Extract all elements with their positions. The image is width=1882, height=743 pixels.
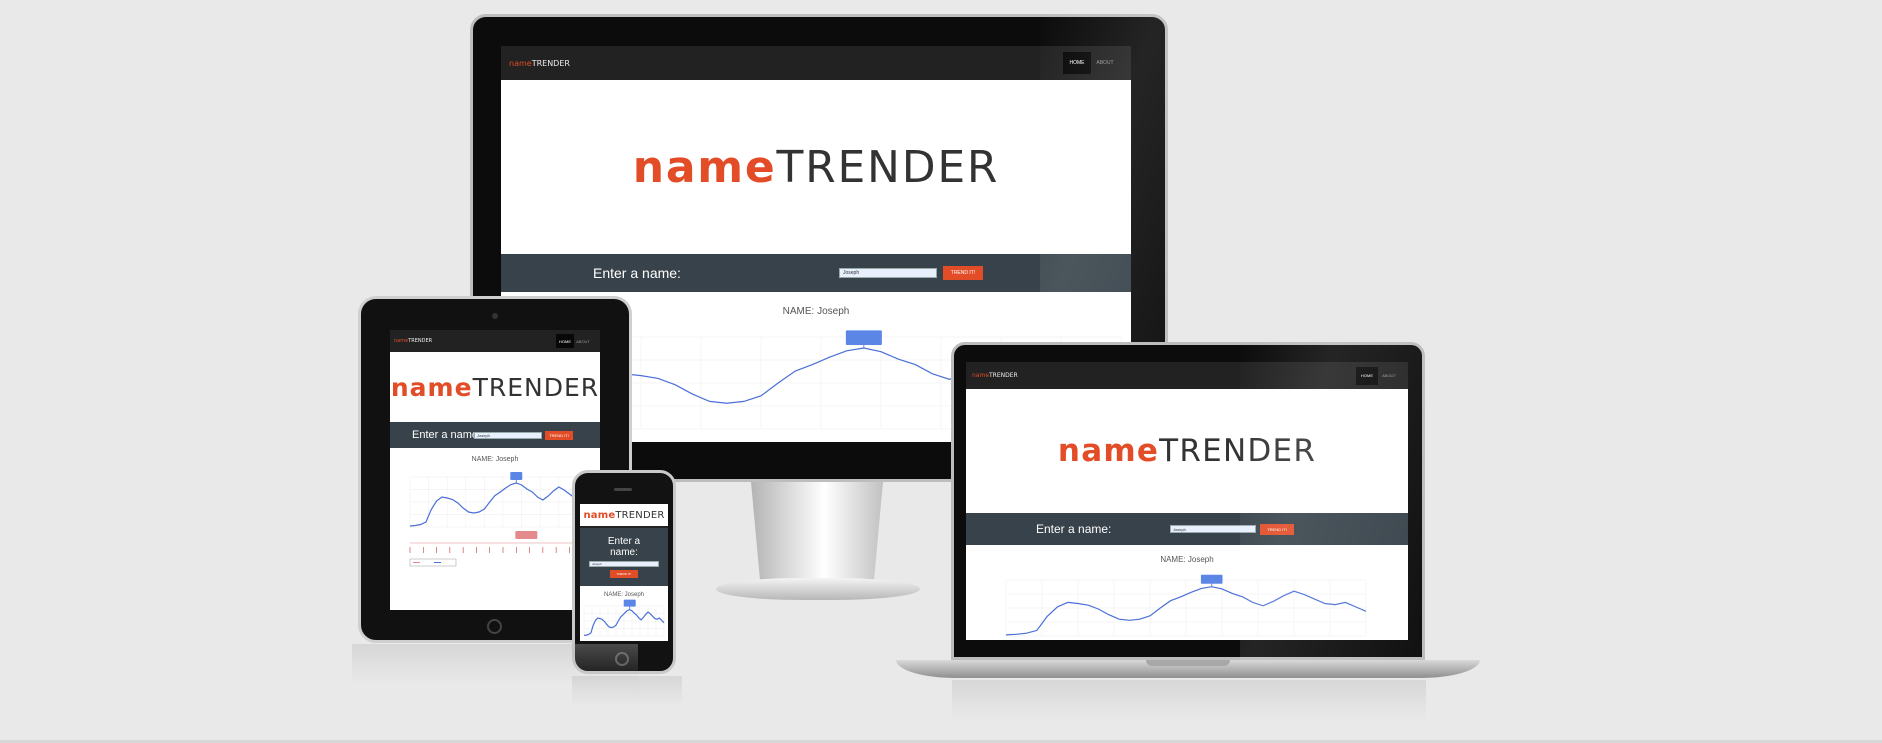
hero-title: nameTRENDER [390, 372, 600, 402]
search-input[interactable]: Joseph [589, 561, 659, 567]
hero: nameTRENDER [501, 80, 1131, 254]
search-band: Enter a name: Joseph TREND IT! [390, 422, 600, 448]
chart-title: NAME: Joseph [471, 456, 519, 463]
trend-chart [583, 599, 665, 637]
monitor-stand-neck [751, 482, 883, 580]
search-button[interactable]: TREND IT! [943, 266, 983, 280]
female-tooltip [515, 531, 538, 539]
nav-home[interactable]: HOME [1063, 52, 1091, 74]
search-band: Enter a name: Joseph TREND IT! [580, 528, 668, 586]
chart-title: NAME: Joseph [1160, 555, 1214, 564]
search-band: Enter a name: Joseph TREND IT! [966, 513, 1408, 545]
tablet-screen: nameTRENDER HOME ABOUT nameTRENDER Enter… [390, 330, 600, 610]
search-label: Enter a name: [1036, 522, 1112, 536]
search-label-line-1: Enter a [607, 536, 641, 547]
laptop-notch [1146, 660, 1230, 666]
brand-logo[interactable]: nameTRENDER [972, 372, 1018, 379]
trend-chart [1005, 574, 1367, 637]
hero: nameTRENDER [390, 352, 600, 422]
phone-speaker [614, 488, 632, 491]
hero: nameTRENDER [580, 504, 668, 528]
nav-links: HOME ABOUT [1356, 362, 1408, 389]
search-band: Enter a name: Joseph TREND IT! [501, 254, 1131, 292]
phone-reflection [572, 676, 682, 706]
nav-links: HOME ABOUT [556, 330, 600, 352]
hero-title: nameTRENDER [583, 509, 665, 521]
navbar: nameTRENDER HOME ABOUT [390, 330, 600, 352]
search-button[interactable]: TREND IT! [610, 570, 638, 578]
peak-tooltip [1200, 574, 1223, 584]
search-label: Enter a name: [593, 265, 681, 281]
monitor-stand-base [716, 578, 920, 600]
peak-tooltip [845, 330, 882, 346]
search-label: Enter a name: [412, 429, 482, 441]
search-input[interactable]: Joseph [1170, 525, 1256, 533]
tablet-camera [492, 313, 498, 319]
navbar: nameTRENDER HOME ABOUT [501, 46, 1131, 80]
navbar: nameTRENDER HOME ABOUT [966, 362, 1408, 389]
search-label-line-2: name: [610, 547, 638, 558]
nav-about[interactable]: ABOUT [1091, 52, 1119, 74]
brand-logo[interactable]: nameTRENDER [394, 338, 432, 344]
peak-tooltip [623, 599, 636, 607]
trend-chart [409, 472, 597, 567]
search-button[interactable]: TREND IT! [1260, 523, 1294, 535]
tablet-home-button [487, 619, 502, 634]
nav-about[interactable]: ABOUT [574, 334, 592, 348]
hero: nameTRENDER [966, 389, 1408, 513]
search-button[interactable]: TREND IT! [545, 430, 573, 440]
nav-links: HOME ABOUT [1063, 46, 1131, 80]
hero-title: nameTRENDER [1057, 433, 1317, 469]
nav-home[interactable]: HOME [1356, 366, 1378, 385]
nav-home[interactable]: HOME [556, 334, 574, 348]
laptop-screen: nameTRENDER HOME ABOUT nameTRENDER Enter… [966, 362, 1408, 640]
nav-about[interactable]: ABOUT [1378, 367, 1400, 385]
search-input[interactable]: Joseph [839, 268, 937, 278]
laptop-reflection [952, 680, 1426, 720]
search-input[interactable]: Joseph [474, 431, 542, 439]
peak-tooltip [510, 472, 523, 480]
hero-title: nameTRENDER [632, 141, 1000, 193]
brand-logo[interactable]: nameTRENDER [509, 59, 570, 68]
phone-screen: nameTRENDER Enter a name: Joseph TREND I… [580, 504, 668, 641]
